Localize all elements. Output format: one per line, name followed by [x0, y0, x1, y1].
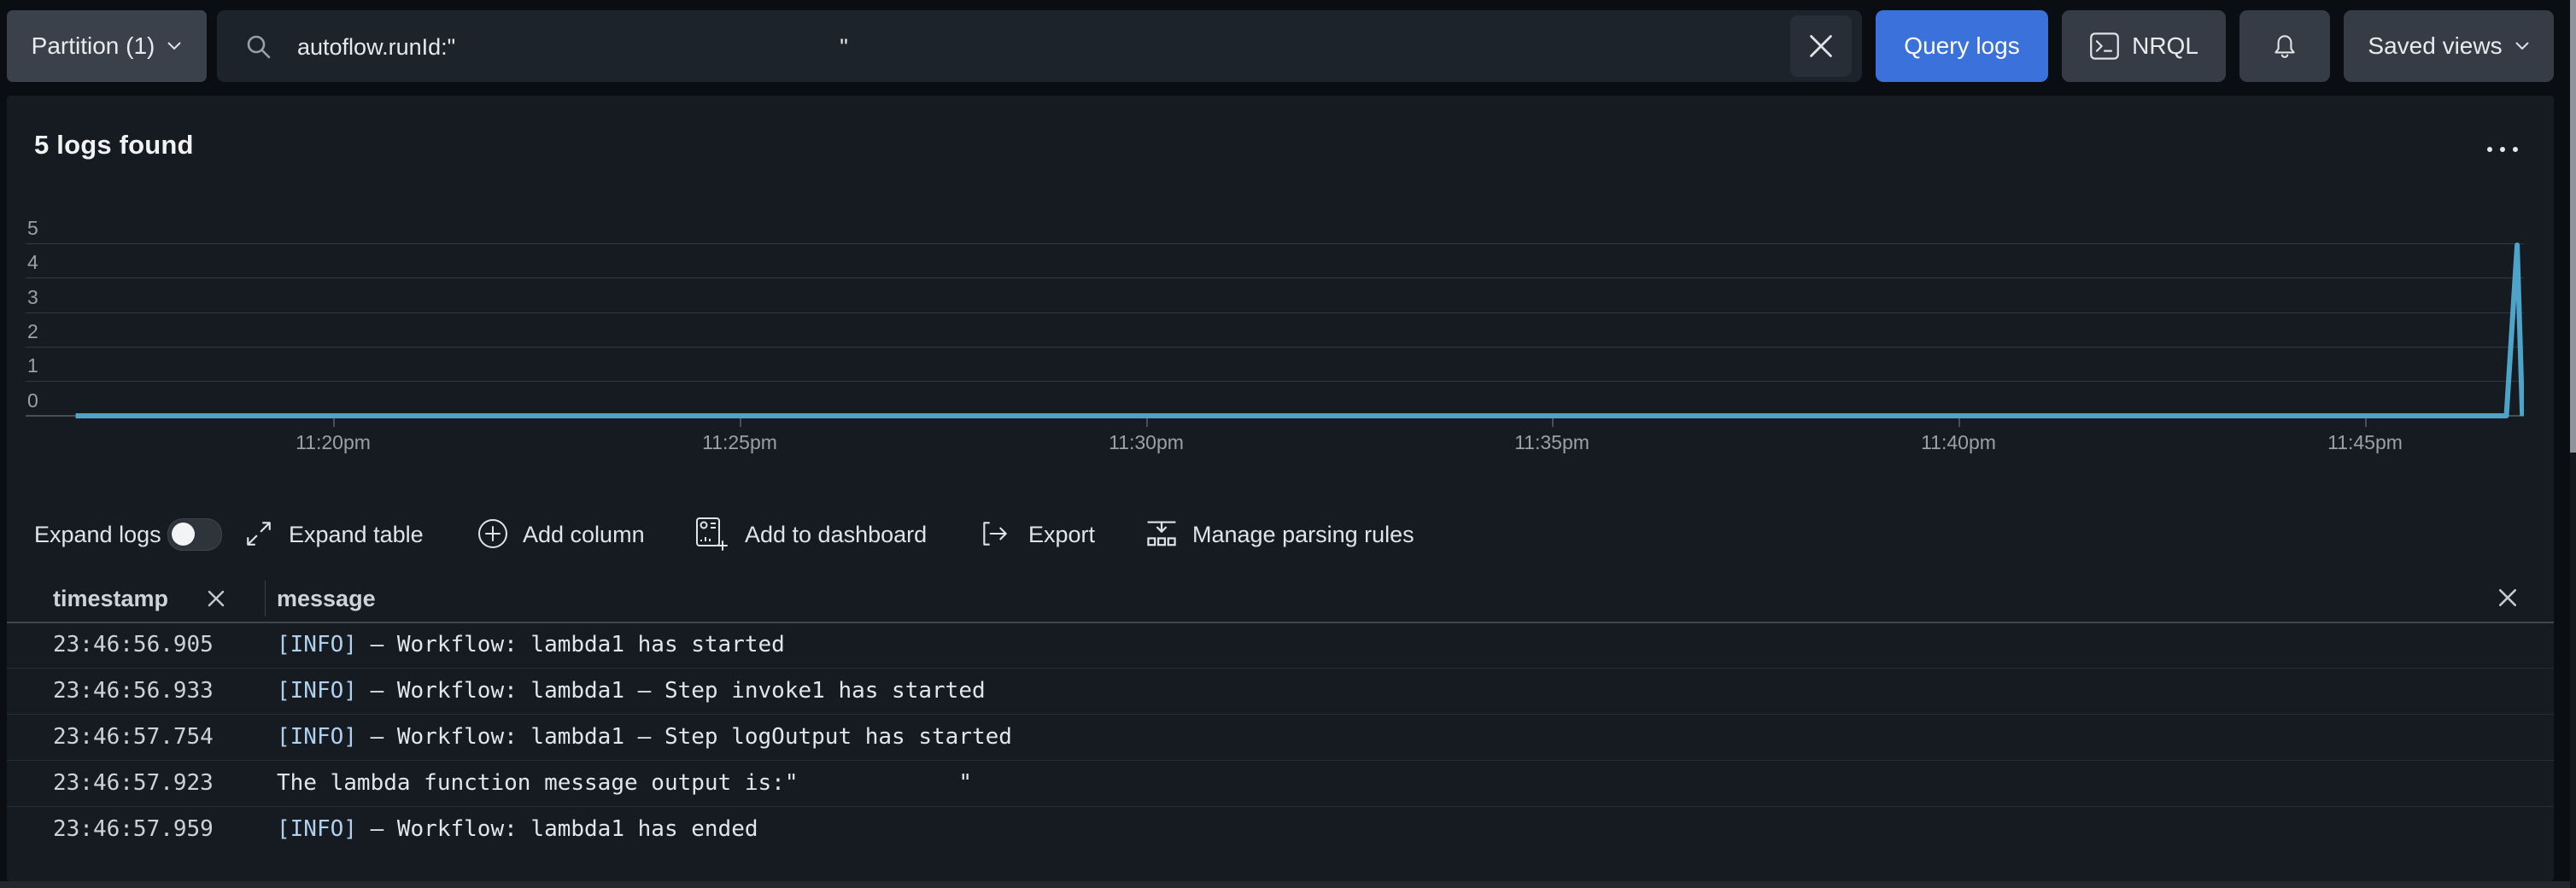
scrollbar-thumb[interactable]: [2570, 0, 2576, 453]
query-logs-button[interactable]: Query logs: [1876, 10, 2048, 82]
add-to-dashboard-label: Add to dashboard: [745, 521, 927, 548]
toggle-knob: [172, 523, 195, 546]
x-tick-label: 11:45pm: [2327, 431, 2403, 454]
partition-dropdown[interactable]: Partition (1): [7, 10, 207, 82]
log-level-token: [INFO]: [277, 724, 357, 750]
close-icon: [1809, 34, 1833, 58]
chevron-down-icon: [167, 41, 182, 51]
dot: [2500, 147, 2505, 152]
manage-parsing-rules-label: Manage parsing rules: [1192, 521, 1414, 548]
logs-count-heading: 5 logs found: [34, 130, 194, 161]
close-table-button[interactable]: [2496, 586, 2520, 610]
parsing-rules-icon: [1145, 517, 1179, 552]
export-icon: [979, 519, 1011, 548]
x-tick-label: 11:35pm: [1514, 431, 1590, 454]
terminal-icon: [2089, 32, 2120, 61]
notifications-button[interactable]: [2239, 10, 2330, 82]
remove-timestamp-column-button[interactable]: [205, 587, 227, 610]
close-icon: [2497, 587, 2518, 608]
more-options-button[interactable]: [2487, 147, 2518, 152]
dashboard-plus-icon: [694, 516, 729, 552]
expand-arrows-icon: [244, 519, 273, 548]
log-message-text: The lambda function message output is:" …: [277, 770, 972, 796]
chart-line: [26, 239, 2524, 422]
close-icon: [207, 589, 225, 608]
row-timestamp: 23:46:57.923: [53, 760, 214, 806]
log-level-token: [INFO]: [277, 678, 357, 704]
clear-search-button[interactable]: [1790, 15, 1852, 77]
partition-label: Partition (1): [32, 32, 155, 60]
nrql-label: NRQL: [2132, 32, 2198, 60]
log-message-text: – Workflow: lambda1 has ended: [357, 816, 758, 842]
dot: [2513, 147, 2518, 152]
column-header-message: message: [277, 575, 376, 622]
x-tick-label: 11:40pm: [1921, 431, 1996, 454]
log-level-token: [INFO]: [277, 632, 357, 657]
row-message: [INFO] – Workflow: lambda1 has started: [277, 622, 785, 668]
x-tick-label: 11:25pm: [702, 431, 777, 454]
y-tick-label: 5: [27, 217, 38, 240]
row-timestamp: 23:46:57.754: [53, 714, 214, 760]
chevron-down-icon: [2515, 41, 2530, 51]
saved-views-label: Saved views: [2368, 32, 2502, 60]
search-icon: [246, 34, 272, 60]
search-input[interactable]: [296, 10, 1751, 84]
x-tick-label: 11:30pm: [1109, 431, 1184, 454]
top-bar: Partition (1) Query logs NRQL: [0, 0, 2576, 91]
log-level-token: [INFO]: [277, 816, 357, 842]
search-box[interactable]: [217, 10, 1862, 82]
row-timestamp: 23:46:56.905: [53, 622, 214, 668]
log-message-text: – Workflow: lambda1 – Step invoke1 has s…: [357, 678, 986, 704]
log-message-text: – Workflow: lambda1 – Step logOutput has…: [357, 724, 1012, 750]
expand-logs-label: Expand logs: [34, 521, 161, 548]
column-divider[interactable]: [265, 581, 266, 616]
saved-views-dropdown[interactable]: Saved views: [2344, 10, 2554, 82]
log-message-text: – Workflow: lambda1 has started: [357, 632, 785, 657]
export-label: Export: [1028, 521, 1095, 548]
column-header-timestamp: timestamp: [53, 575, 168, 622]
plus-circle-icon: [477, 517, 509, 550]
row-timestamp: 23:46:57.959: [53, 806, 214, 852]
add-column-label: Add column: [523, 521, 645, 548]
vertical-scrollbar[interactable]: [2570, 0, 2576, 888]
row-message: [INFO] – Workflow: lambda1 – Step logOut…: [277, 714, 1012, 760]
x-tick-label: 11:20pm: [296, 431, 371, 454]
nrql-button[interactable]: NRQL: [2062, 10, 2226, 82]
bell-icon: [2270, 31, 2299, 61]
row-timestamp: 23:46:56.933: [53, 668, 214, 714]
row-message: The lambda function message output is:" …: [277, 760, 972, 806]
row-message: [INFO] – Workflow: lambda1 has ended: [277, 806, 758, 852]
expand-logs-toggle[interactable]: [167, 518, 222, 551]
query-logs-label: Query logs: [1904, 32, 2019, 60]
expand-table-label: Expand table: [289, 521, 424, 548]
row-message: [INFO] – Workflow: lambda1 – Step invoke…: [277, 668, 986, 714]
dot: [2487, 147, 2492, 152]
horizontal-scrollbar[interactable]: [0, 881, 2576, 888]
